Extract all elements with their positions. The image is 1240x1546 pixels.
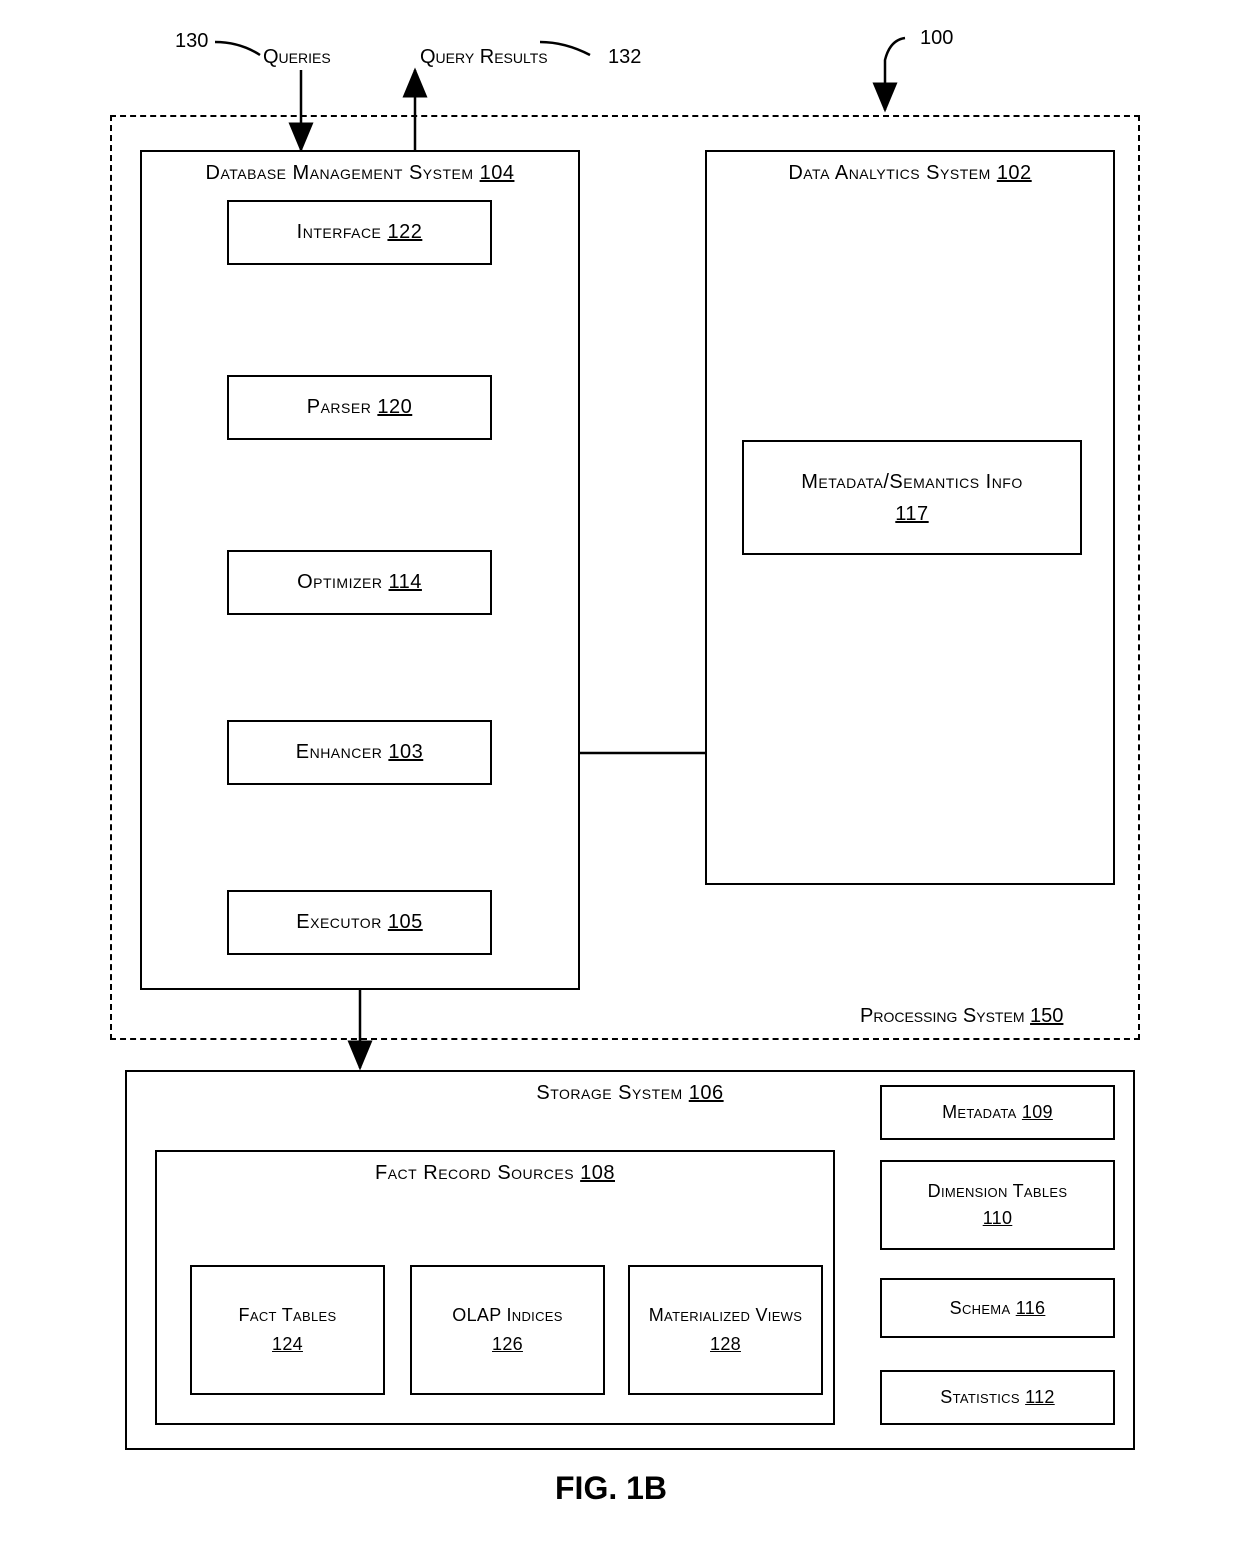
optimizer-row: Optimizer 114 <box>297 571 422 594</box>
parser-row: Parser 120 <box>307 396 413 419</box>
parser-box: Parser 120 <box>227 375 492 440</box>
materialized-views-ref: 128 <box>710 1334 741 1354</box>
metadata-row: Metadata 109 <box>942 1102 1053 1123</box>
materialized-views-box: Materialized Views 128 <box>628 1265 823 1395</box>
storage-system-title: Storage System <box>536 1082 688 1104</box>
materialized-views-row: Materialized Views 128 <box>649 1301 802 1359</box>
metadata-ref: 109 <box>1022 1102 1053 1122</box>
fact-tables-row: Fact Tables 124 <box>239 1301 337 1359</box>
enhancer-row: Enhancer 103 <box>296 741 424 764</box>
dimension-tables-title: Dimension Tables <box>928 1181 1068 1201</box>
diagram-canvas: 130 Queries Query Results 132 100 Proces… <box>20 20 1220 1526</box>
schema-ref: 116 <box>1016 1298 1046 1318</box>
label-queries: Queries <box>263 46 331 69</box>
schema-box: Schema 116 <box>880 1278 1115 1338</box>
optimizer-box: Optimizer 114 <box>227 550 492 615</box>
materialized-views-title: Materialized Views <box>649 1305 802 1325</box>
fact-tables-title: Fact Tables <box>239 1305 337 1325</box>
olap-indices-row: OLAP Indices 126 <box>452 1301 562 1359</box>
fact-record-sources-ref: 108 <box>580 1162 615 1184</box>
dbms-title: Database Management System <box>206 162 480 184</box>
interface-ref: 122 <box>387 221 422 243</box>
interface-row: Interface 122 <box>297 221 423 244</box>
parser-ref: 120 <box>377 396 412 418</box>
figure-label: FIG. 1B <box>555 1470 667 1507</box>
data-analytics-ref: 102 <box>997 162 1032 184</box>
enhancer-ref: 103 <box>388 741 423 763</box>
fact-record-sources-row: Fact Record Sources 108 <box>375 1162 615 1185</box>
executor-ref: 105 <box>388 911 423 933</box>
olap-indices-title: OLAP Indices <box>452 1305 562 1325</box>
enhancer-title: Enhancer <box>296 741 389 763</box>
schema-row: Schema 116 <box>950 1298 1046 1319</box>
data-analytics-title: Data Analytics System <box>788 162 997 184</box>
olap-indices-ref: 126 <box>492 1334 523 1354</box>
statistics-title: Statistics <box>940 1387 1025 1407</box>
statistics-box: Statistics 112 <box>880 1370 1115 1425</box>
interface-box: Interface 122 <box>227 200 492 265</box>
dimension-tables-box: Dimension Tables 110 <box>880 1160 1115 1250</box>
label-query-results: Query Results <box>420 46 548 69</box>
processing-system-text: Processing System <box>860 1005 1030 1027</box>
parser-title: Parser <box>307 396 378 418</box>
metadata-title: Metadata <box>942 1102 1022 1122</box>
dbms-ref: 104 <box>480 162 515 184</box>
fact-record-sources-title: Fact Record Sources <box>375 1162 580 1184</box>
optimizer-title: Optimizer <box>297 571 388 593</box>
data-analytics-row: Data Analytics System 102 <box>788 162 1031 185</box>
storage-system-row: Storage System 106 <box>536 1082 723 1105</box>
ref-130: 130 <box>175 30 208 53</box>
statistics-row: Statistics 112 <box>940 1387 1054 1408</box>
metadata-semantics-title: Metadata/Semantics Info <box>801 471 1023 493</box>
processing-system-label: Processing System 150 <box>860 1005 1063 1028</box>
ref-100: 100 <box>920 27 953 50</box>
executor-title: Executor <box>296 911 388 933</box>
processing-system-ref: 150 <box>1030 1005 1063 1027</box>
metadata-semantics-ref: 117 <box>895 503 928 525</box>
optimizer-ref: 114 <box>389 571 422 593</box>
executor-row: Executor 105 <box>296 911 422 934</box>
dimension-tables-row: Dimension Tables 110 <box>928 1178 1068 1232</box>
ref-132: 132 <box>608 46 641 69</box>
metadata-semantics-row: Metadata/Semantics Info 117 <box>801 466 1023 530</box>
fact-tables-box: Fact Tables 124 <box>190 1265 385 1395</box>
dimension-tables-ref: 110 <box>983 1208 1013 1228</box>
olap-indices-box: OLAP Indices 126 <box>410 1265 605 1395</box>
metadata-box: Metadata 109 <box>880 1085 1115 1140</box>
metadata-semantics-box: Metadata/Semantics Info 117 <box>742 440 1082 555</box>
enhancer-box: Enhancer 103 <box>227 720 492 785</box>
storage-system-ref: 106 <box>689 1082 724 1104</box>
statistics-ref: 112 <box>1025 1387 1055 1407</box>
schema-title: Schema <box>950 1298 1016 1318</box>
fact-tables-ref: 124 <box>272 1334 303 1354</box>
interface-title: Interface <box>297 221 388 243</box>
dbms-title-row: Database Management System 104 <box>206 162 515 185</box>
executor-box: Executor 105 <box>227 890 492 955</box>
